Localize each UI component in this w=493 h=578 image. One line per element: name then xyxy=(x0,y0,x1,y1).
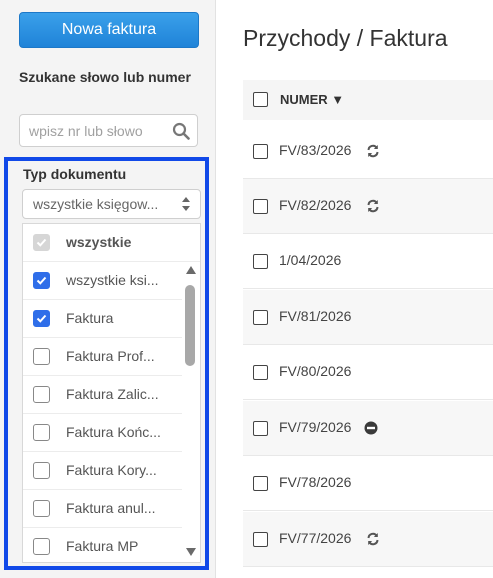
checkbox-select-all[interactable] xyxy=(33,234,50,251)
invoice-number[interactable]: FV/82/2026 xyxy=(279,197,351,213)
sidebar: Nowa faktura Szukane słowo lub numer wpi… xyxy=(0,0,216,578)
sync-icon xyxy=(367,532,379,546)
dropdown-item-label: Faktura MP xyxy=(66,538,139,554)
table-row[interactable]: 1/04/2026 xyxy=(243,234,493,289)
dropdown-item-label: Faktura Prof... xyxy=(66,348,155,364)
invoice-number[interactable]: FV/77/2026 xyxy=(279,530,351,546)
page-title: Przychody / Faktura xyxy=(243,25,448,51)
table-row[interactable]: FV/80/2026 xyxy=(243,345,493,400)
row-checkbox[interactable] xyxy=(253,532,268,547)
checkbox-unchecked[interactable] xyxy=(33,348,50,365)
dropdown-item-label: Faktura Kory... xyxy=(66,462,157,478)
dropdown-item-label: Faktura anul... xyxy=(66,500,156,516)
row-checkbox[interactable] xyxy=(253,421,268,436)
dropdown-item-proforma[interactable]: Faktura Prof... xyxy=(23,338,182,376)
dropdown-item-final[interactable]: Faktura Końc... xyxy=(23,414,182,452)
search-placeholder: wpisz nr lub słowo xyxy=(29,123,143,139)
new-invoice-button[interactable]: Nowa faktura xyxy=(19,12,199,48)
main-content: Przychody / Faktura NUMER ▼ FV/83/2026 F… xyxy=(216,0,493,578)
row-checkbox[interactable] xyxy=(253,199,268,214)
document-type-panel: Typ dokumentu wszystkie księgow... wszys… xyxy=(4,157,209,570)
table-row[interactable]: FV/83/2026 xyxy=(243,124,493,179)
dropdown-item-mp[interactable]: Faktura MP xyxy=(23,528,182,565)
row-checkbox[interactable] xyxy=(253,144,268,159)
search-input[interactable]: wpisz nr lub słowo xyxy=(19,114,198,147)
table-row[interactable]: FV/82/2026 xyxy=(243,179,493,234)
table-header: NUMER ▼ xyxy=(243,80,493,120)
table-row[interactable]: FV/78/2026 xyxy=(243,456,493,511)
dropdown-item-label: wszystkie ksi... xyxy=(66,272,159,288)
search-label: Szukane słowo lub numer xyxy=(19,69,191,85)
document-type-label: Typ dokumentu xyxy=(23,166,127,182)
sync-icon xyxy=(367,144,379,158)
sync-icon xyxy=(367,199,379,213)
dropdown-item-advance[interactable]: Faktura Zalic... xyxy=(23,376,182,414)
row-checkbox[interactable] xyxy=(253,310,268,325)
dropdown-scrollbar[interactable] xyxy=(182,262,200,562)
column-header-number[interactable]: NUMER ▼ xyxy=(280,92,344,107)
document-type-dropdown: wszystkie wszystkie ksi... Faktura Faktu… xyxy=(22,223,201,563)
table-row[interactable]: FV/81/2026 xyxy=(243,290,493,345)
scrollbar-thumb[interactable] xyxy=(185,285,195,366)
row-checkbox[interactable] xyxy=(253,365,268,380)
document-type-value: wszystkie księgow... xyxy=(33,196,159,212)
invoice-number[interactable]: FV/80/2026 xyxy=(279,363,351,379)
dropdown-item-label: Faktura Końc... xyxy=(66,424,161,440)
row-checkbox[interactable] xyxy=(253,476,268,491)
checkbox-unchecked[interactable] xyxy=(33,500,50,517)
minus-circle-icon xyxy=(364,421,378,435)
dropdown-item-all-accounting[interactable]: wszystkie ksi... xyxy=(23,262,182,300)
row-checkbox[interactable] xyxy=(253,254,268,269)
dropdown-item-correction[interactable]: Faktura Kory... xyxy=(23,452,182,490)
invoice-number[interactable]: FV/81/2026 xyxy=(279,308,351,324)
scroll-down-icon[interactable] xyxy=(186,548,196,556)
invoice-number[interactable]: FV/79/2026 xyxy=(279,419,351,435)
checkbox-unchecked[interactable] xyxy=(33,424,50,441)
checkbox-unchecked[interactable] xyxy=(33,538,50,555)
search-icon[interactable] xyxy=(172,122,190,140)
scroll-up-icon[interactable] xyxy=(186,266,196,274)
dropdown-item-label: Faktura Zalic... xyxy=(66,386,159,402)
checkbox-checked[interactable] xyxy=(33,272,50,289)
invoice-number[interactable]: 1/04/2026 xyxy=(279,252,341,268)
checkbox-unchecked[interactable] xyxy=(33,386,50,403)
invoice-number[interactable]: FV/78/2026 xyxy=(279,474,351,490)
select-arrows-icon xyxy=(182,197,190,211)
document-type-select[interactable]: wszystkie księgow... xyxy=(22,189,201,219)
invoice-number[interactable]: FV/83/2026 xyxy=(279,142,351,158)
dropdown-item-label: wszystkie xyxy=(66,234,132,250)
checkbox-unchecked[interactable] xyxy=(33,462,50,479)
checkbox-checked[interactable] xyxy=(33,310,50,327)
select-all-rows-checkbox[interactable] xyxy=(253,92,268,107)
dropdown-item-label: Faktura xyxy=(66,310,114,326)
table-row[interactable]: FV/79/2026 xyxy=(243,401,493,456)
dropdown-item-faktura[interactable]: Faktura xyxy=(23,300,182,338)
dropdown-item-select-all[interactable]: wszystkie xyxy=(23,224,200,262)
dropdown-item-cancelled[interactable]: Faktura anul... xyxy=(23,490,182,528)
table-row[interactable]: FV/77/2026 xyxy=(243,512,493,567)
